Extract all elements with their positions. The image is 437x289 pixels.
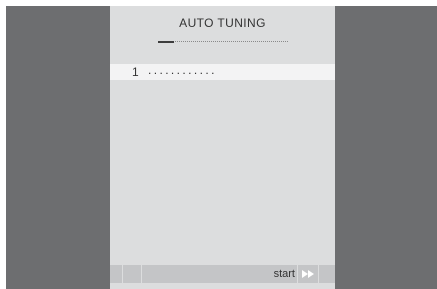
auto-tuning-panel: AUTO TUNING 1 ............ start [110, 6, 335, 289]
panel-footer-strip [110, 283, 335, 289]
tuning-progress-fill [158, 41, 174, 43]
bar-segment [110, 265, 123, 283]
fast-forward-icon[interactable] [302, 270, 316, 278]
tuning-progress-bar [158, 41, 288, 43]
screen-title: AUTO TUNING [179, 16, 266, 30]
channel-row[interactable]: 1 ............ [110, 63, 335, 80]
channel-name-placeholder: ............ [148, 63, 217, 77]
bar-segment [123, 265, 142, 283]
channel-number: 1 [132, 65, 139, 79]
start-button-label[interactable]: start [274, 268, 295, 280]
bottom-command-bar: start [110, 265, 335, 283]
